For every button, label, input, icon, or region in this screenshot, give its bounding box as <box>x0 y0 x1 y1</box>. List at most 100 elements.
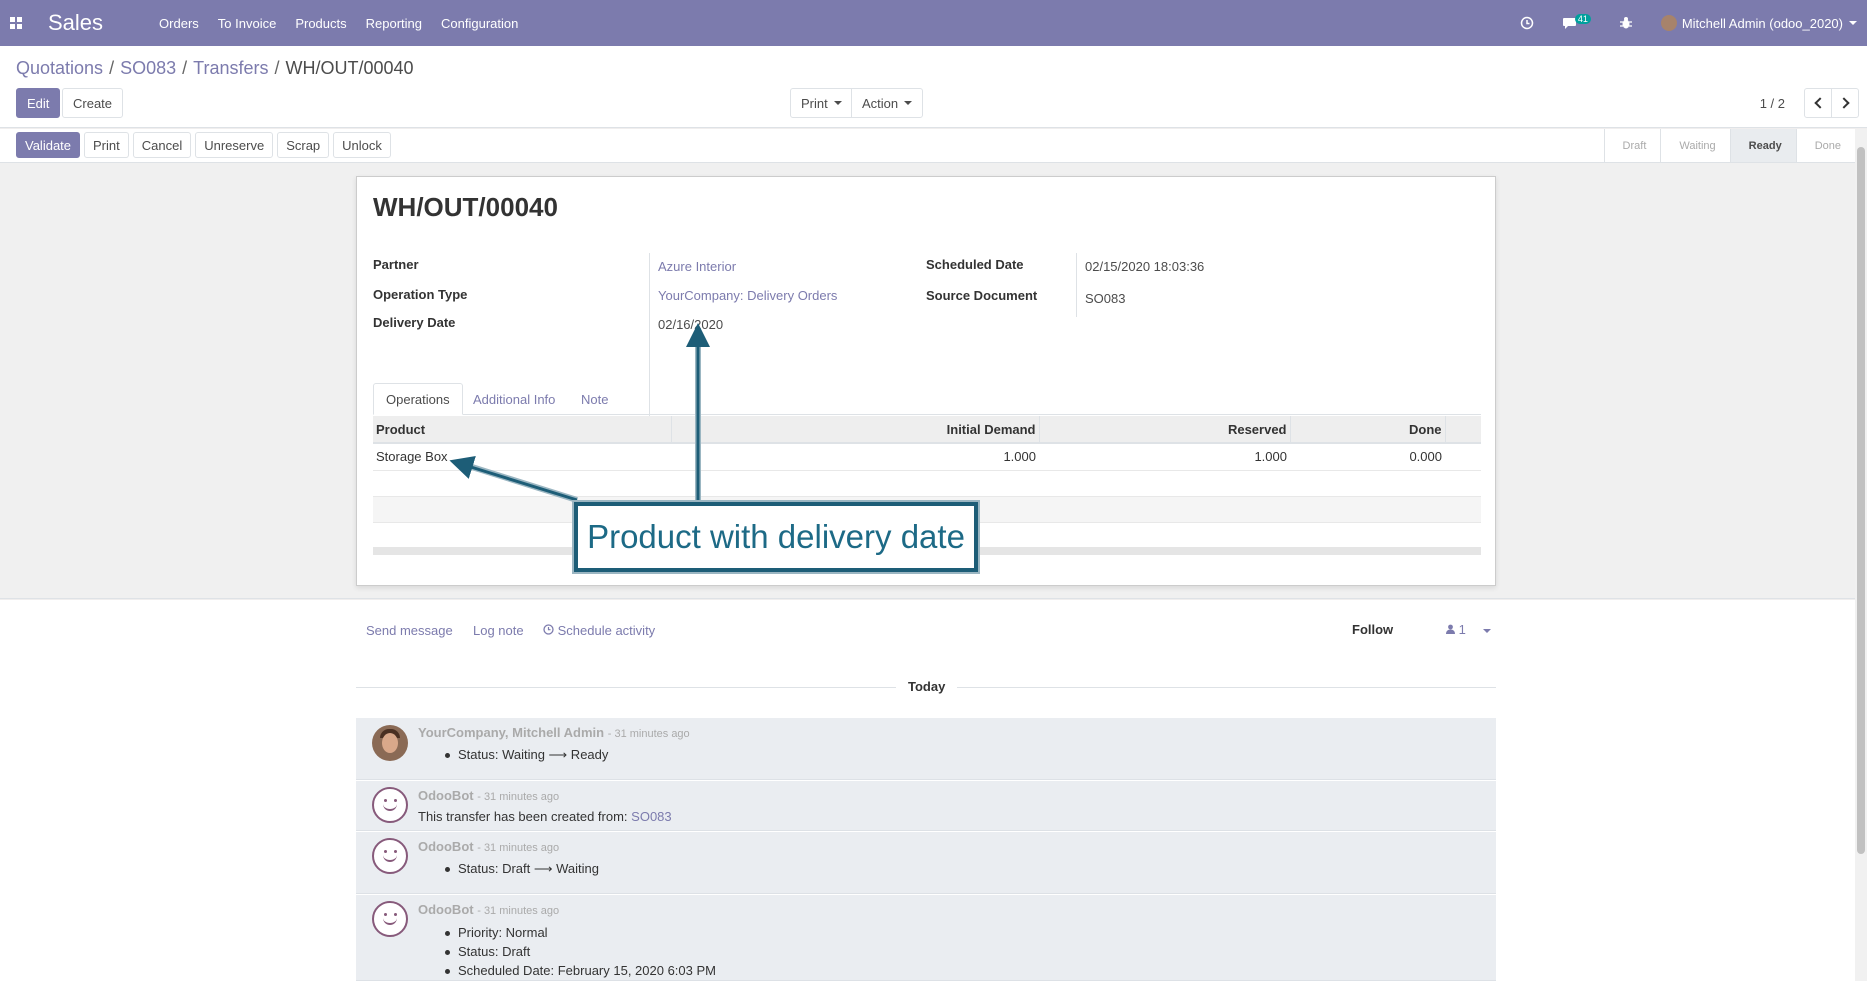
chatter-message: YourCompany, Mitchell Admin - 31 minutes… <box>356 718 1496 780</box>
message-author[interactable]: OdooBot - 31 minutes ago <box>418 788 559 803</box>
scrap-button[interactable]: Scrap <box>277 132 330 158</box>
column-initial-demand[interactable]: Initial Demand <box>671 416 1040 444</box>
tab-operations[interactable]: Operations <box>373 383 463 415</box>
stage-ready: Ready <box>1729 129 1796 162</box>
odoobot-avatar[interactable] <box>372 787 408 823</box>
validate-button[interactable]: Validate <box>16 132 81 158</box>
breadcrumb-current: WH/OUT/00040 <box>285 58 414 78</box>
user-menu[interactable]: Mitchell Admin (odoo_2020) <box>1660 15 1857 31</box>
unlock-button[interactable]: Unlock <box>333 132 391 158</box>
chatter-message: OdooBot - 31 minutes ago Priority: Norma… <box>356 895 1496 981</box>
message-text: This transfer has been created from: <box>418 809 628 824</box>
odoobot-avatar[interactable] <box>372 901 408 937</box>
clock-icon[interactable] <box>1520 16 1534 30</box>
message-author[interactable]: OdooBot - 31 minutes ago <box>418 902 559 917</box>
partner-link[interactable]: Azure Interior <box>658 259 736 274</box>
message-time: - 31 minutes ago <box>477 905 560 917</box>
cancel-button[interactable]: Cancel <box>132 132 192 158</box>
breadcrumb-quotations[interactable]: Quotations <box>16 58 103 78</box>
top-navbar: Sales Orders To Invoice Products Reporti… <box>0 0 1867 46</box>
cell-initial-demand[interactable]: 1.000 <box>671 443 1039 471</box>
field-divider <box>1076 253 1077 317</box>
author-name: OdooBot <box>418 902 474 917</box>
table-row[interactable]: Storage Box 1.000 1.000 0.000 <box>373 443 1481 471</box>
user-icon <box>1446 624 1455 634</box>
tab-additional-info[interactable]: Additional Info <box>461 383 567 415</box>
menu-reporting[interactable]: Reporting <box>366 16 422 31</box>
action-dropdown[interactable]: Action <box>851 88 924 118</box>
pager-previous-button[interactable] <box>1804 88 1832 118</box>
message-author[interactable]: OdooBot - 31 minutes ago <box>418 839 559 854</box>
tracking-value: Priority: Normal <box>445 925 548 940</box>
send-message-button[interactable]: Send message <box>366 623 453 638</box>
scheduled-date-label: Scheduled Date <box>926 257 1024 272</box>
annotation-callout: Product with delivery date <box>574 502 978 572</box>
unreserve-button[interactable]: Unreserve <box>195 132 274 158</box>
scrollbar-thumb[interactable] <box>1857 147 1865 854</box>
scheduled-date-value[interactable]: 02/15/2020 18:03:36 <box>1085 259 1204 274</box>
schedule-activity-label: Schedule activity <box>557 623 656 638</box>
chevron-down-icon <box>904 101 913 105</box>
chevron-down-icon <box>833 101 842 105</box>
breadcrumb-transfers[interactable]: Transfers <box>193 58 268 78</box>
odoobot-avatar[interactable] <box>372 838 408 874</box>
schedule-activity-button[interactable]: Schedule activity <box>543 623 655 638</box>
source-document-link[interactable]: SO083 <box>631 809 671 824</box>
tracking-value: Status: Waiting ⟶ Ready <box>444 747 609 762</box>
cell-done[interactable]: 0.000 <box>1290 443 1445 471</box>
edit-button[interactable]: Edit <box>16 88 61 118</box>
menu-to-invoice[interactable]: To Invoice <box>218 16 277 31</box>
control-panel: Quotations / SO083/Transfers / WH/OUT/00040 … <box>0 46 1867 128</box>
menu-configuration[interactable]: Configuration <box>441 16 518 31</box>
source-document-label: Source Document <box>926 288 1038 303</box>
bug-icon[interactable] <box>1619 16 1633 30</box>
empty-row <box>373 470 1481 497</box>
column-reserved[interactable]: Reserved <box>1039 416 1291 444</box>
pager-value[interactable]: 1 / 2 <box>1760 96 1785 111</box>
operation-type-link[interactable]: YourCompany: Delivery Orders <box>658 288 837 303</box>
chatter-message: OdooBot - 31 minutes ago Status: Draft ⟶… <box>356 832 1496 894</box>
cell-reserved[interactable]: 1.000 <box>1039 443 1290 471</box>
delivery-date-label: Delivery Date <box>373 315 456 330</box>
delivery-date-value[interactable]: 02/16/2020 <box>658 317 723 332</box>
action-dropdown-label: Action <box>862 95 899 111</box>
column-actions <box>1445 416 1481 444</box>
operation-type-label: Operation Type <box>373 287 468 302</box>
stage-draft: Draft <box>1603 129 1661 162</box>
column-done[interactable]: Done <box>1290 416 1446 444</box>
chevron-down-icon <box>1483 628 1492 633</box>
clock-icon <box>543 624 554 635</box>
stage-done: Done <box>1795 129 1855 162</box>
breadcrumb: Quotations / SO083/Transfers / WH/OUT/00040 <box>16 58 414 78</box>
tab-note[interactable]: Note <box>569 383 620 415</box>
cell-product[interactable]: Storage Box <box>373 443 671 471</box>
tracking-value: Status: Draft ⟶ Waiting <box>445 861 599 876</box>
create-button[interactable]: Create <box>62 88 124 118</box>
source-document-value[interactable]: SO083 <box>1085 291 1125 306</box>
notebook-tabs: Operations Additional Info Note <box>373 383 1481 415</box>
follow-button[interactable]: Follow <box>1352 622 1393 637</box>
user-avatar <box>1660 15 1677 31</box>
menu-products[interactable]: Products <box>295 16 346 31</box>
app-name[interactable]: Sales <box>48 10 103 36</box>
author-name: OdooBot <box>418 788 474 803</box>
breadcrumb-so083[interactable]: SO083 <box>120 58 176 78</box>
stage-pipeline: Draft Waiting Ready Done <box>1603 129 1855 162</box>
pager-next-button[interactable] <box>1831 88 1859 118</box>
print-button[interactable]: Print <box>84 132 129 158</box>
author-avatar[interactable] <box>372 725 408 761</box>
partner-label: Partner <box>373 257 419 272</box>
chatter-topbar: Send message Log note Schedule activity <box>366 623 1496 643</box>
message-time: - 31 minutes ago <box>607 728 690 740</box>
log-note-button[interactable]: Log note <box>473 623 524 638</box>
apps-icon[interactable] <box>0 0 32 46</box>
author-name: YourCompany, Mitchell Admin <box>418 725 605 740</box>
author-name: OdooBot <box>418 839 474 854</box>
print-dropdown[interactable]: Print <box>790 88 853 118</box>
followers-button[interactable]: 1 <box>1446 622 1492 637</box>
message-author[interactable]: YourCompany, Mitchell Admin - 31 minutes… <box>418 725 690 740</box>
chatter-message: OdooBot - 31 minutes ago This transfer h… <box>356 781 1496 831</box>
column-product[interactable]: Product <box>373 416 672 444</box>
chat-icon[interactable]: 41 <box>1562 14 1591 30</box>
menu-orders[interactable]: Orders <box>159 16 199 31</box>
